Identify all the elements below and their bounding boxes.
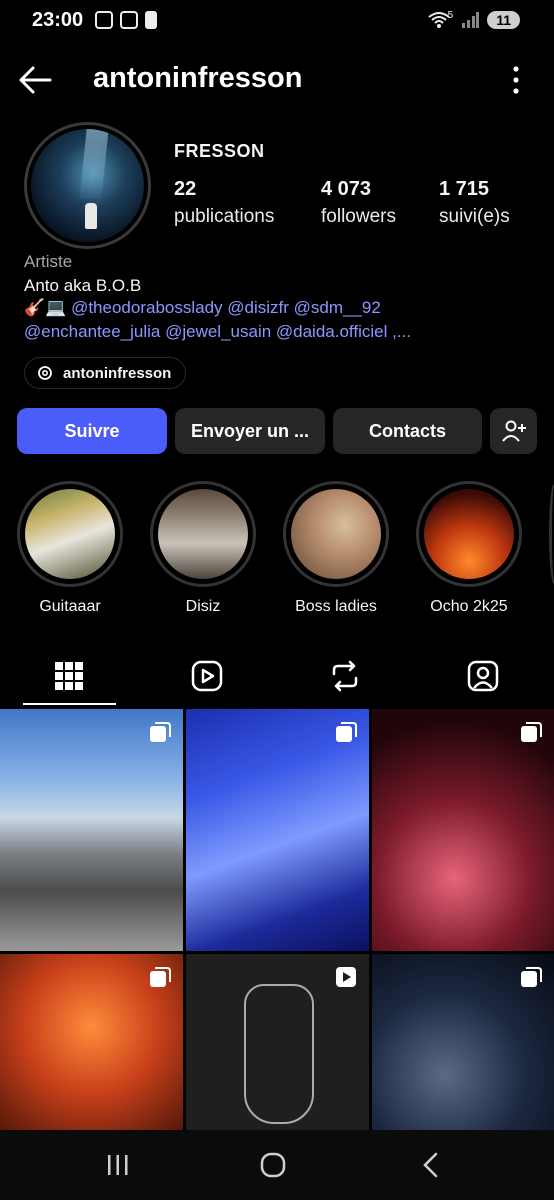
post-artwork — [244, 984, 314, 1124]
back-icon — [423, 1152, 438, 1178]
suggested-users-button[interactable] — [490, 408, 537, 454]
add-person-icon — [501, 420, 526, 442]
arrow-left-icon[interactable] — [18, 64, 52, 96]
profile-avatar[interactable] — [24, 122, 151, 249]
threads-handle: antoninfresson — [63, 364, 172, 382]
active-tab-indicator — [23, 703, 116, 705]
highlight-cover — [291, 489, 381, 579]
highlight-label: Guitaaar — [39, 598, 101, 615]
profile-header: antoninfresson — [0, 56, 554, 104]
stat-value: 4 073 — [321, 178, 372, 200]
recents-button[interactable] — [98, 1150, 138, 1180]
home-button[interactable] — [253, 1150, 293, 1180]
grid-icon — [55, 662, 83, 690]
bio-mentions[interactable]: @theodorabosslady @disizfr @sdm__92 — [71, 298, 381, 317]
threads-icon — [38, 366, 52, 380]
screenshot-icon — [95, 11, 113, 29]
post-thumbnail[interactable] — [372, 709, 554, 951]
display-name: FRESSON — [174, 141, 265, 161]
stat-label: suivi(e)s — [439, 206, 510, 227]
stat-value: 1 715 — [439, 178, 490, 200]
reels-icon — [191, 660, 223, 692]
stat-publications[interactable]: 22 publications — [174, 178, 274, 228]
highlight-disiz[interactable]: Disiz — [148, 481, 258, 616]
alert-icon — [145, 11, 157, 29]
tab-reposts[interactable] — [276, 646, 414, 706]
post-thumbnail[interactable] — [0, 709, 183, 951]
message-button[interactable]: Envoyer un ... — [175, 408, 325, 454]
carousel-icon — [150, 722, 171, 742]
highlight-guitaaar[interactable]: Guitaaar — [15, 481, 125, 616]
signal-label: 5 — [447, 9, 454, 21]
page-title: antoninfresson — [93, 62, 303, 94]
stat-value: 22 — [174, 178, 197, 200]
stat-label: followers — [321, 206, 396, 227]
highlight-label: Disiz — [185, 598, 221, 615]
bio-mentions-line-2[interactable]: @enchantee_julia @jewel_usain @daida.off… — [24, 322, 411, 342]
signal-icon — [462, 12, 480, 28]
avatar-image — [31, 129, 144, 242]
home-icon — [260, 1152, 286, 1178]
back-button[interactable] — [410, 1150, 450, 1180]
tab-tagged[interactable] — [414, 646, 552, 706]
highlight-cover — [424, 489, 514, 579]
stat-label: publications — [174, 206, 275, 227]
tab-reels[interactable] — [138, 646, 276, 706]
highlight-ocho[interactable]: Ocho 2k25 — [414, 481, 524, 616]
carousel-icon — [150, 967, 171, 987]
reel-icon — [336, 967, 356, 987]
status-right: 5 11 — [428, 9, 520, 29]
highlight-label: Boss ladies — [295, 598, 377, 615]
carousel-icon — [521, 722, 542, 742]
carousel-icon — [336, 722, 357, 742]
highlight-cover — [158, 489, 248, 579]
tagged-icon — [467, 660, 499, 692]
twitch-icon — [120, 11, 138, 29]
contacts-button[interactable]: Contacts — [333, 408, 482, 454]
highlight-cover — [25, 489, 115, 579]
profile-tabs — [0, 646, 554, 706]
tab-posts[interactable] — [0, 646, 138, 706]
highlight-partial[interactable] — [549, 484, 554, 584]
notification-icons — [95, 11, 157, 29]
highlight-label: Ocho 2k25 — [430, 598, 508, 615]
system-nav-bar — [0, 1130, 554, 1200]
bio-emoji: 🎸💻 — [24, 298, 67, 317]
profile-category: Artiste — [24, 252, 73, 271]
status-bar: 23:00 5 11 — [0, 0, 554, 44]
more-vertical-icon[interactable] — [512, 66, 520, 94]
status-time: 23:00 — [32, 9, 84, 31]
reposts-icon — [332, 660, 358, 692]
highlight-boss-ladies[interactable]: Boss ladies — [281, 481, 391, 616]
wifi-icon — [428, 12, 450, 28]
stat-following[interactable]: 1 715 suivi(e)s — [439, 178, 510, 228]
battery-indicator: 11 — [487, 11, 520, 29]
follow-button[interactable]: Suivre — [17, 408, 167, 454]
bio-mentions-line-1[interactable]: 🎸💻 @theodorabosslady @disizfr @sdm__92 — [24, 298, 381, 318]
stat-followers[interactable]: 4 073 followers — [321, 178, 396, 228]
carousel-icon — [521, 967, 542, 987]
recents-icon — [108, 1155, 128, 1175]
bio-text: Anto aka B.O.B — [24, 276, 142, 295]
threads-link[interactable]: antoninfresson — [24, 357, 187, 389]
post-thumbnail[interactable] — [186, 709, 369, 951]
